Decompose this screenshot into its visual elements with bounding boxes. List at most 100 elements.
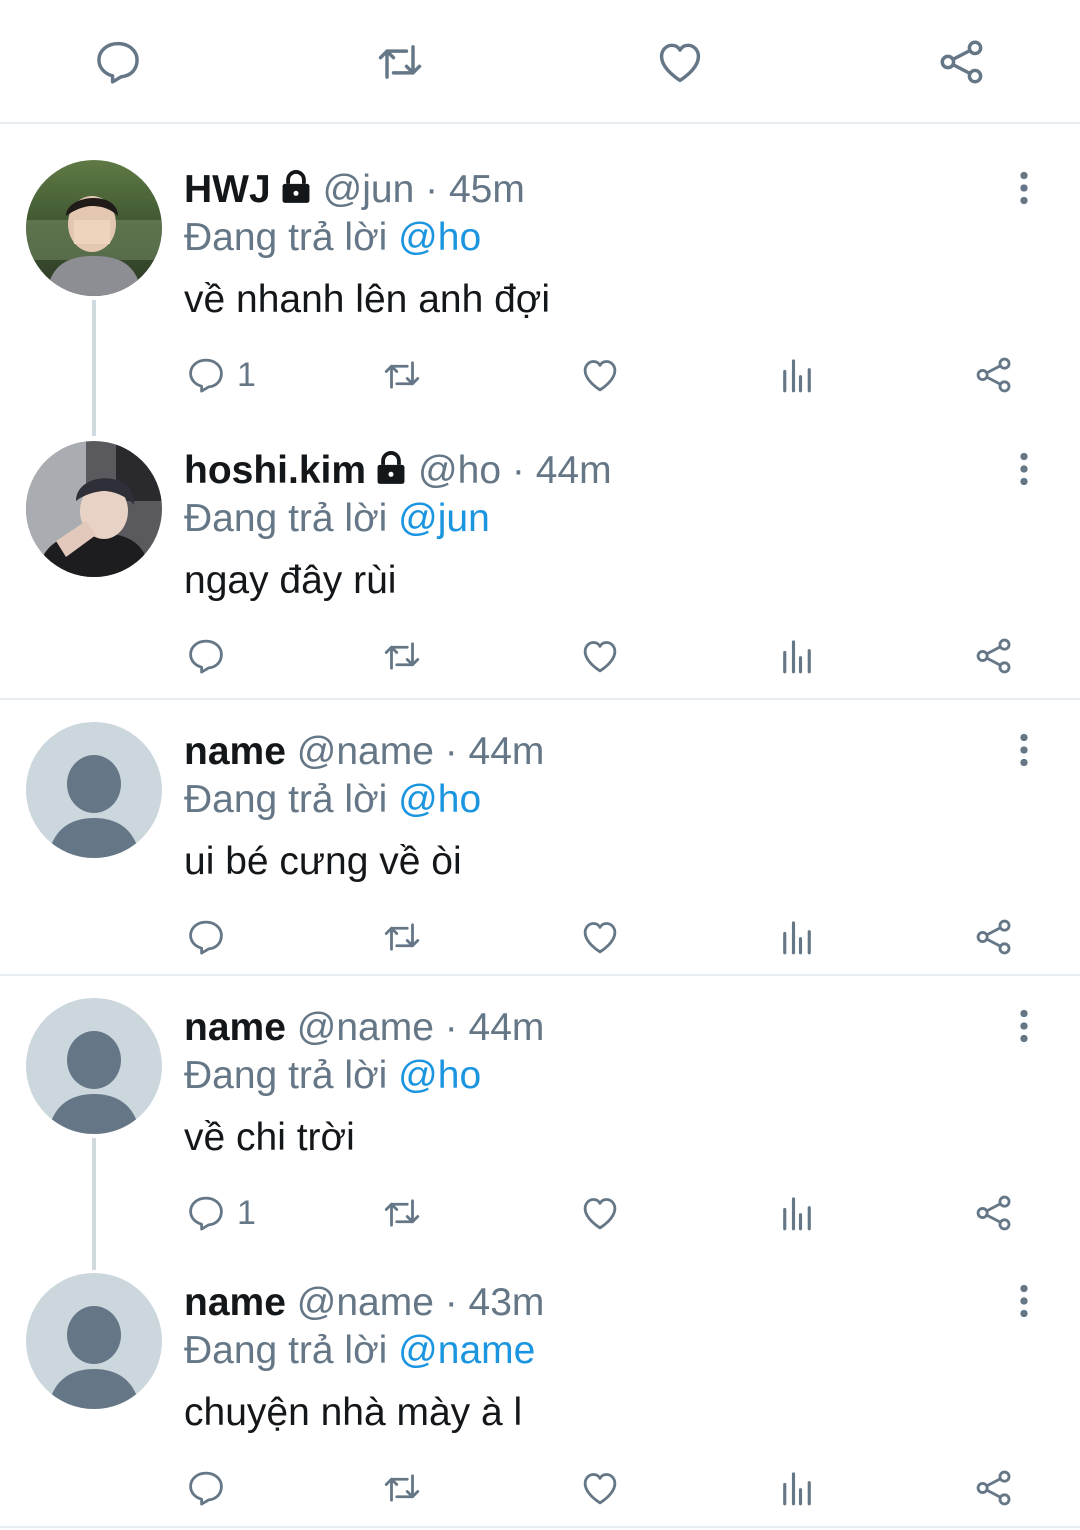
share-button[interactable] [973, 350, 1015, 400]
avatar[interactable] [26, 1273, 162, 1409]
mention-link[interactable]: @name [398, 1329, 535, 1372]
timestamp: · 43m [444, 1281, 545, 1324]
replying-to-label: Đang trả lời [184, 1329, 388, 1372]
retweet-icon[interactable] [372, 34, 428, 90]
display-name[interactable]: name [184, 1281, 286, 1324]
tweet-text: ui bé cưng về òi [184, 840, 462, 883]
share-button[interactable] [973, 631, 1015, 681]
display-name[interactable]: hoshi.kim [184, 449, 366, 492]
tweet[interactable]: name @name · 44m Đang trả lời @ho ui bé cư… [0, 722, 1080, 992]
analytics-icon [776, 1467, 818, 1509]
tweet-actions [0, 912, 1080, 962]
replying-to: Đang trả lời @jun [184, 495, 490, 543]
timestamp: · 44m [511, 449, 612, 492]
reply-icon[interactable] [90, 34, 146, 90]
reply-button[interactable]: 1 [185, 350, 256, 400]
analytics-button[interactable] [776, 1463, 818, 1513]
avatar[interactable] [26, 722, 162, 858]
tweet-header: name @name · 44m [184, 1004, 544, 1052]
tweet-actions: 1 [0, 1188, 1080, 1238]
reply-count: 1 [237, 1193, 256, 1232]
handle[interactable]: @ho [418, 449, 501, 492]
handle[interactable]: @name [297, 730, 434, 773]
more-options-icon[interactable] [1004, 164, 1044, 212]
display-name[interactable]: name [184, 730, 286, 773]
lock-icon [277, 168, 315, 206]
more-options-icon[interactable] [1004, 1277, 1044, 1325]
share-button[interactable] [973, 912, 1015, 962]
reply-button[interactable]: 1 [185, 1188, 256, 1238]
avatar[interactable] [26, 998, 162, 1134]
share-icon [973, 635, 1015, 677]
analytics-button[interactable] [776, 631, 818, 681]
timestamp: · 44m [444, 1006, 545, 1049]
analytics-button[interactable] [776, 350, 818, 400]
more-options-icon[interactable] [1004, 726, 1044, 774]
like-button[interactable] [579, 912, 621, 962]
handle[interactable]: @jun [323, 168, 415, 211]
top-action-bar [0, 0, 1080, 124]
tweet-actions: 1 [0, 350, 1080, 400]
retweet-icon [381, 916, 423, 958]
reply-button[interactable] [185, 1463, 237, 1513]
tweet-header: name @name · 43m [184, 1279, 544, 1327]
timestamp: · 44m [444, 730, 545, 773]
timestamp: · 45m [425, 168, 525, 211]
analytics-icon [776, 354, 818, 396]
analytics-icon [776, 916, 818, 958]
reply-button[interactable] [185, 631, 237, 681]
share-button[interactable] [973, 1463, 1015, 1513]
like-icon [579, 1192, 621, 1234]
mention-link[interactable]: @ho [398, 778, 481, 821]
reply-icon [185, 354, 227, 396]
retweet-button[interactable] [381, 350, 423, 400]
handle[interactable]: @name [297, 1281, 434, 1324]
retweet-button[interactable] [381, 1463, 423, 1513]
retweet-button[interactable] [381, 912, 423, 962]
tweet-text: về nhanh lên anh đợi [184, 278, 551, 321]
retweet-icon [381, 1192, 423, 1234]
like-button[interactable] [579, 1463, 621, 1513]
replying-to: Đang trả lời @ho [184, 214, 481, 262]
analytics-button[interactable] [776, 1188, 818, 1238]
display-name[interactable]: name [184, 1006, 286, 1049]
analytics-icon [776, 635, 818, 677]
share-icon [973, 916, 1015, 958]
mention-link[interactable]: @jun [398, 497, 490, 540]
retweet-button[interactable] [381, 1188, 423, 1238]
like-button[interactable] [579, 631, 621, 681]
tweet[interactable]: hoshi.kim @ho · 44m Đang trả lời @jun ngay … [0, 441, 1080, 711]
reply-icon [185, 635, 227, 677]
reply-icon [185, 1192, 227, 1234]
tweet[interactable]: HWJ @jun · 45m Đang trả lời @ho về nhanh lê… [0, 160, 1080, 430]
share-button[interactable] [973, 1188, 1015, 1238]
handle[interactable]: @name [297, 1006, 434, 1049]
replying-to: Đang trả lời @name [184, 1327, 535, 1375]
display-name[interactable]: HWJ [184, 168, 271, 211]
like-button[interactable] [579, 350, 621, 400]
share-icon [973, 354, 1015, 396]
like-button[interactable] [579, 1188, 621, 1238]
tweet-text: về chi trời [184, 1116, 355, 1159]
analytics-button[interactable] [776, 912, 818, 962]
like-icon[interactable] [652, 34, 708, 90]
retweet-icon [381, 1467, 423, 1509]
replying-to-label: Đang trả lời [184, 1054, 388, 1097]
more-options-icon[interactable] [1004, 445, 1044, 493]
avatar[interactable] [26, 441, 162, 577]
tweet[interactable]: name @name · 43m Đang trả lời @name chuyện… [0, 1273, 1080, 1530]
tweet-actions [0, 631, 1080, 681]
tweet-text: ngay đây rùi [184, 559, 397, 602]
retweet-button[interactable] [381, 631, 423, 681]
mention-link[interactable]: @ho [398, 1054, 481, 1097]
tweet-header: hoshi.kim @ho · 44m [184, 447, 612, 495]
mention-link[interactable]: @ho [398, 216, 481, 259]
avatar[interactable] [26, 160, 162, 296]
reply-button[interactable] [185, 912, 237, 962]
like-icon [579, 354, 621, 396]
reply-count: 1 [237, 355, 256, 394]
tweet[interactable]: name @name · 44m Đang trả lời @ho về chi t… [0, 998, 1080, 1268]
share-icon [973, 1467, 1015, 1509]
share-icon[interactable] [934, 34, 990, 90]
more-options-icon[interactable] [1004, 1002, 1044, 1050]
